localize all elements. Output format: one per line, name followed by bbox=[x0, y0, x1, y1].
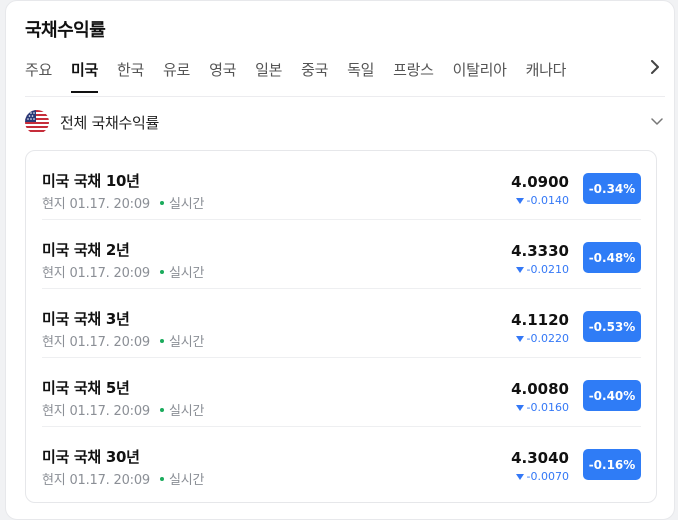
bond-row-2y[interactable]: 미국 국채 2년 현지 01.17. 20:09 실시간 4.3330 -0.0… bbox=[42, 220, 641, 289]
bond-yield-panel: 국채수익률 주요 미국 한국 유로 영국 일본 중국 독일 프랑스 이탈리아 캐나다 전체 국채수익 bbox=[5, 0, 675, 520]
bond-name: 미국 국채 3년 bbox=[42, 310, 130, 328]
country-selector-label: 전체 국채수익률 bbox=[60, 113, 159, 132]
down-arrow-icon bbox=[515, 404, 524, 411]
change-percent-badge: -0.40% bbox=[583, 380, 641, 411]
change-percent-badge: -0.48% bbox=[583, 242, 641, 273]
bond-change: -0.0160 bbox=[515, 401, 569, 414]
bond-time: 현지 01.17. 20:09 bbox=[42, 473, 150, 488]
chevron-right-icon[interactable] bbox=[644, 56, 666, 78]
live-dot-icon bbox=[160, 407, 164, 412]
live-dot-icon bbox=[160, 476, 164, 481]
bond-status: 실시간 bbox=[169, 335, 205, 350]
bond-name: 미국 국채 5년 bbox=[42, 379, 130, 397]
live-dot-icon bbox=[160, 338, 164, 343]
bond-yield: 4.1120 bbox=[511, 311, 569, 329]
country-tabs: 주요 미국 한국 유로 영국 일본 중국 독일 프랑스 이탈리아 캐나다 bbox=[25, 57, 645, 93]
bond-change-value: -0.0140 bbox=[526, 194, 569, 207]
bond-time: 현지 01.17. 20:09 bbox=[42, 404, 150, 419]
bond-change: -0.0210 bbox=[515, 263, 569, 276]
bond-yield: 4.0900 bbox=[511, 173, 569, 191]
bond-status: 실시간 bbox=[169, 266, 205, 281]
bond-change-value: -0.0070 bbox=[526, 470, 569, 483]
change-percent-badge: -0.16% bbox=[583, 449, 641, 480]
tab-germany[interactable]: 독일 bbox=[347, 57, 374, 93]
us-flag-icon bbox=[25, 110, 49, 134]
tabs-divider bbox=[25, 96, 665, 97]
bond-change: -0.0070 bbox=[515, 470, 569, 483]
tab-korea[interactable]: 한국 bbox=[117, 57, 144, 93]
tab-major[interactable]: 주요 bbox=[25, 57, 52, 93]
tab-japan[interactable]: 일본 bbox=[255, 57, 282, 93]
down-arrow-icon bbox=[515, 473, 524, 480]
down-arrow-icon bbox=[515, 266, 524, 273]
bond-row-3y[interactable]: 미국 국채 3년 현지 01.17. 20:09 실시간 4.1120 -0.0… bbox=[42, 289, 641, 358]
bond-meta: 현지 01.17. 20:09 실시간 bbox=[42, 469, 204, 488]
bond-yield: 4.3330 bbox=[511, 242, 569, 260]
bond-row-10y[interactable]: 미국 국채 10년 현지 01.17. 20:09 실시간 4.0900 -0.… bbox=[42, 151, 641, 220]
bond-row-5y[interactable]: 미국 국채 5년 현지 01.17. 20:09 실시간 4.0080 -0.0… bbox=[42, 358, 641, 427]
tab-us[interactable]: 미국 bbox=[71, 57, 98, 93]
bond-meta: 현지 01.17. 20:09 실시간 bbox=[42, 400, 204, 419]
bond-name: 미국 국채 2년 bbox=[42, 241, 130, 259]
chevron-down-icon bbox=[647, 112, 667, 132]
panel-title: 국채수익률 bbox=[25, 20, 106, 41]
bond-change-value: -0.0160 bbox=[526, 401, 569, 414]
tab-canada[interactable]: 캐나다 bbox=[526, 57, 567, 93]
down-arrow-icon bbox=[515, 197, 524, 204]
bond-name: 미국 국채 10년 bbox=[42, 172, 140, 190]
bond-change: -0.0220 bbox=[515, 332, 569, 345]
bond-name: 미국 국채 30년 bbox=[42, 448, 140, 466]
live-dot-icon bbox=[160, 200, 164, 205]
tab-italy[interactable]: 이탈리아 bbox=[453, 57, 507, 93]
down-arrow-icon bbox=[515, 335, 524, 342]
bond-yield: 4.3040 bbox=[511, 449, 569, 467]
bond-row-30y[interactable]: 미국 국채 30년 현지 01.17. 20:09 실시간 4.3040 -0.… bbox=[42, 427, 641, 496]
bond-status: 실시간 bbox=[169, 197, 205, 212]
bond-meta: 현지 01.17. 20:09 실시간 bbox=[42, 331, 204, 350]
country-selector[interactable]: 전체 국채수익률 bbox=[25, 107, 667, 137]
tab-uk[interactable]: 영국 bbox=[209, 57, 236, 93]
bond-status: 실시간 bbox=[169, 404, 205, 419]
bond-time: 현지 01.17. 20:09 bbox=[42, 335, 150, 350]
live-dot-icon bbox=[160, 269, 164, 274]
bond-change-value: -0.0220 bbox=[526, 332, 569, 345]
bond-meta: 현지 01.17. 20:09 실시간 bbox=[42, 262, 204, 281]
change-percent-badge: -0.34% bbox=[583, 173, 641, 204]
bond-time: 현지 01.17. 20:09 bbox=[42, 197, 150, 212]
tab-france[interactable]: 프랑스 bbox=[393, 57, 434, 93]
bond-change: -0.0140 bbox=[515, 194, 569, 207]
change-percent-badge: -0.53% bbox=[583, 311, 641, 342]
bond-status: 실시간 bbox=[169, 473, 205, 488]
bond-meta: 현지 01.17. 20:09 실시간 bbox=[42, 193, 204, 212]
bond-change-value: -0.0210 bbox=[526, 263, 569, 276]
bond-time: 현지 01.17. 20:09 bbox=[42, 266, 150, 281]
bond-yield: 4.0080 bbox=[511, 380, 569, 398]
tab-china[interactable]: 중국 bbox=[301, 57, 328, 93]
tabs-fade bbox=[586, 57, 636, 87]
tab-euro[interactable]: 유로 bbox=[163, 57, 190, 93]
bond-list: 미국 국채 10년 현지 01.17. 20:09 실시간 4.0900 -0.… bbox=[25, 150, 657, 503]
